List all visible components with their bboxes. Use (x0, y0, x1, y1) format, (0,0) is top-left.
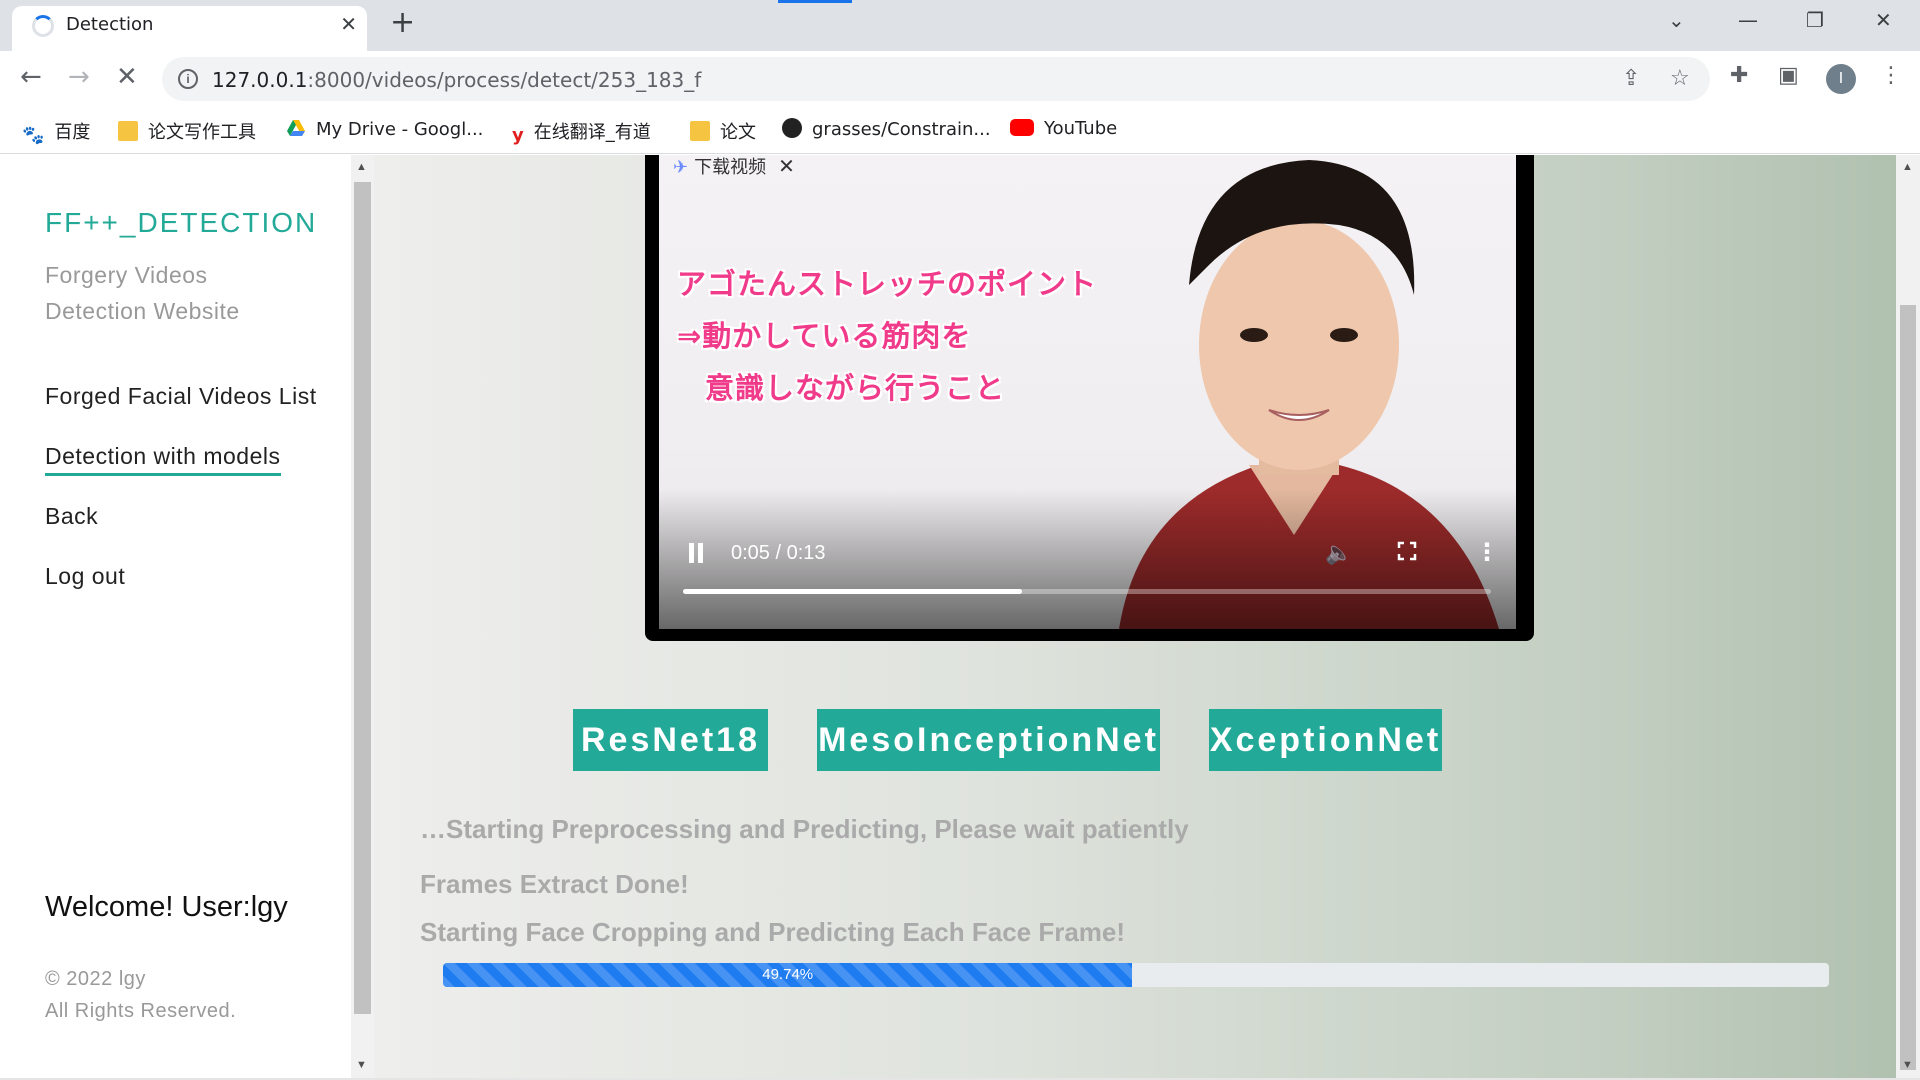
nav-forged-videos-list[interactable]: Forged Facial Videos List (45, 383, 317, 410)
restore-icon[interactable]: ❐ (1806, 8, 1824, 32)
youtube-icon (1010, 119, 1034, 136)
video-progress-track[interactable] (683, 589, 1491, 594)
mesoinceptionnet-button[interactable]: MesoInceptionNet (817, 709, 1160, 771)
main-content: ✈ 下载视频 ✕ アゴたんストレッチのポイント ⇒動かしている筋肉を 意識しながら行… (374, 155, 1920, 1080)
close-window-icon[interactable]: ✕ (1875, 8, 1892, 32)
page-content: FF++_DETECTION Forgery Videos Detection … (0, 155, 1920, 1080)
nav-back[interactable]: Back (45, 503, 98, 530)
folder-icon (690, 121, 710, 141)
bookmark-item[interactable]: 🐾 百度 (22, 118, 90, 146)
nav-log-out[interactable]: Log out (45, 563, 125, 590)
google-drive-icon (286, 118, 306, 138)
site-info-icon[interactable]: i (178, 69, 198, 89)
share-icon[interactable]: ⇪ (1622, 66, 1640, 91)
side-panel-icon[interactable]: ▣ (1778, 63, 1799, 88)
tab-close-icon[interactable]: ✕ (340, 12, 357, 36)
video-time: 0:05 / 0:13 (731, 542, 826, 564)
bookmarks-bar: 🐾 百度 论文写作工具 My Drive - Googl... y 在线翻译_有道 … (0, 106, 1920, 154)
site-tagline: Forgery Videos Detection Website (45, 262, 240, 324)
video-caption-line: ⇒動かしている筋肉を (677, 319, 972, 353)
bookmark-item[interactable]: My Drive - Googl... (286, 118, 483, 140)
sidebar: FF++_DETECTION Forgery Videos Detection … (0, 155, 350, 1080)
sidebar-scrollbar[interactable]: ▲ ▼ (351, 155, 374, 1080)
tab-indicator (778, 0, 852, 3)
bookmark-star-icon[interactable]: ☆ (1670, 66, 1690, 91)
fullscreen-icon[interactable] (1397, 541, 1417, 561)
nav-detection-with-models[interactable]: Detection with models (45, 443, 281, 476)
scroll-down-icon: ▼ (1902, 1059, 1913, 1071)
browser-tab[interactable]: Detection ✕ (12, 6, 367, 51)
scroll-up-icon: ▲ (1902, 161, 1913, 173)
bookmark-item[interactable]: grasses/Constrain... (782, 118, 991, 140)
more-options-icon[interactable]: ⋮ (1475, 538, 1499, 566)
browser-tab-bar: Detection ✕ + ⌄ — ❐ ✕ (0, 0, 1920, 51)
baidu-icon: 🐾 (22, 125, 45, 146)
download-video-overlay[interactable]: ✈ 下载视频 ✕ (673, 155, 795, 179)
download-bird-icon: ✈ (673, 157, 689, 178)
scroll-down-icon: ▼ (356, 1059, 367, 1071)
folder-icon (118, 121, 138, 141)
sidebar-scrollbar-thumb[interactable] (354, 182, 371, 1014)
forward-icon[interactable]: → (68, 63, 90, 91)
pause-icon[interactable] (687, 543, 705, 565)
address-bar[interactable]: i 127.0.0.1:8000/videos/process/detect/2… (162, 57, 1710, 101)
browser-toolbar: ← → ✕ i 127.0.0.1:8000/videos/process/de… (0, 51, 1920, 106)
url-text[interactable]: 127.0.0.1:8000/videos/process/detect/253… (212, 68, 701, 92)
new-tab-button[interactable]: + (390, 8, 415, 38)
bookmark-item[interactable]: 论文 (690, 118, 756, 144)
loading-spinner-icon (32, 15, 54, 37)
bookmark-item[interactable]: y 在线翻译_有道 (512, 118, 651, 146)
resnet18-button[interactable]: ResNet18 (573, 709, 768, 771)
tab-title: Detection (66, 14, 154, 35)
status-frames-done: Frames Extract Done! (420, 869, 689, 899)
video-progress-fill (683, 589, 1023, 594)
bookmark-item[interactable]: YouTube (1010, 118, 1117, 139)
site-brand[interactable]: FF++_DETECTION (45, 207, 317, 239)
xceptionnet-button[interactable]: XceptionNet (1209, 709, 1442, 771)
menu-icon[interactable]: ⋮ (1880, 63, 1902, 88)
stop-loading-icon[interactable]: ✕ (116, 63, 138, 91)
extensions-icon[interactable]: ✚ (1730, 63, 1748, 88)
status-face-cropping: Starting Face Cropping and Predicting Ea… (420, 917, 1126, 947)
status-starting: …Starting Preprocessing and Predicting, … (420, 814, 1189, 844)
scroll-up-icon: ▲ (356, 161, 367, 173)
video-player[interactable]: ✈ 下载视频 ✕ アゴたんストレッチのポイント ⇒動かしている筋肉を 意識しながら行… (645, 155, 1534, 641)
page-scrollbar-thumb[interactable] (1900, 305, 1916, 1070)
youdao-icon: y (512, 125, 524, 146)
detection-progress: 49.74% (443, 963, 1829, 987)
video-caption-line: 意識しながら行うこと (705, 371, 1006, 405)
overlay-close-icon: ✕ (778, 155, 795, 178)
profile-avatar[interactable]: I (1826, 64, 1856, 94)
tab-search-icon[interactable]: ⌄ (1668, 8, 1685, 32)
copyright: © 2022 lgy All Rights Reserved. (45, 968, 237, 1022)
welcome-text: Welcome! User:lgy (45, 891, 288, 923)
bookmark-item[interactable]: 论文写作工具 (118, 118, 256, 144)
minimize-icon[interactable]: — (1738, 8, 1758, 32)
volume-icon[interactable]: 🔈 (1325, 541, 1352, 566)
github-icon (782, 118, 802, 138)
back-icon[interactable]: ← (20, 63, 42, 91)
video-frame[interactable]: ✈ 下载视频 ✕ アゴたんストレッチのポイント ⇒動かしている筋肉を 意識しながら行… (659, 155, 1516, 629)
detection-progress-bar: 49.74% (443, 963, 1133, 987)
page-scrollbar[interactable]: ▲ ▼ (1896, 155, 1920, 1080)
video-caption-line: アゴたんストレッチのポイント (677, 267, 1098, 301)
